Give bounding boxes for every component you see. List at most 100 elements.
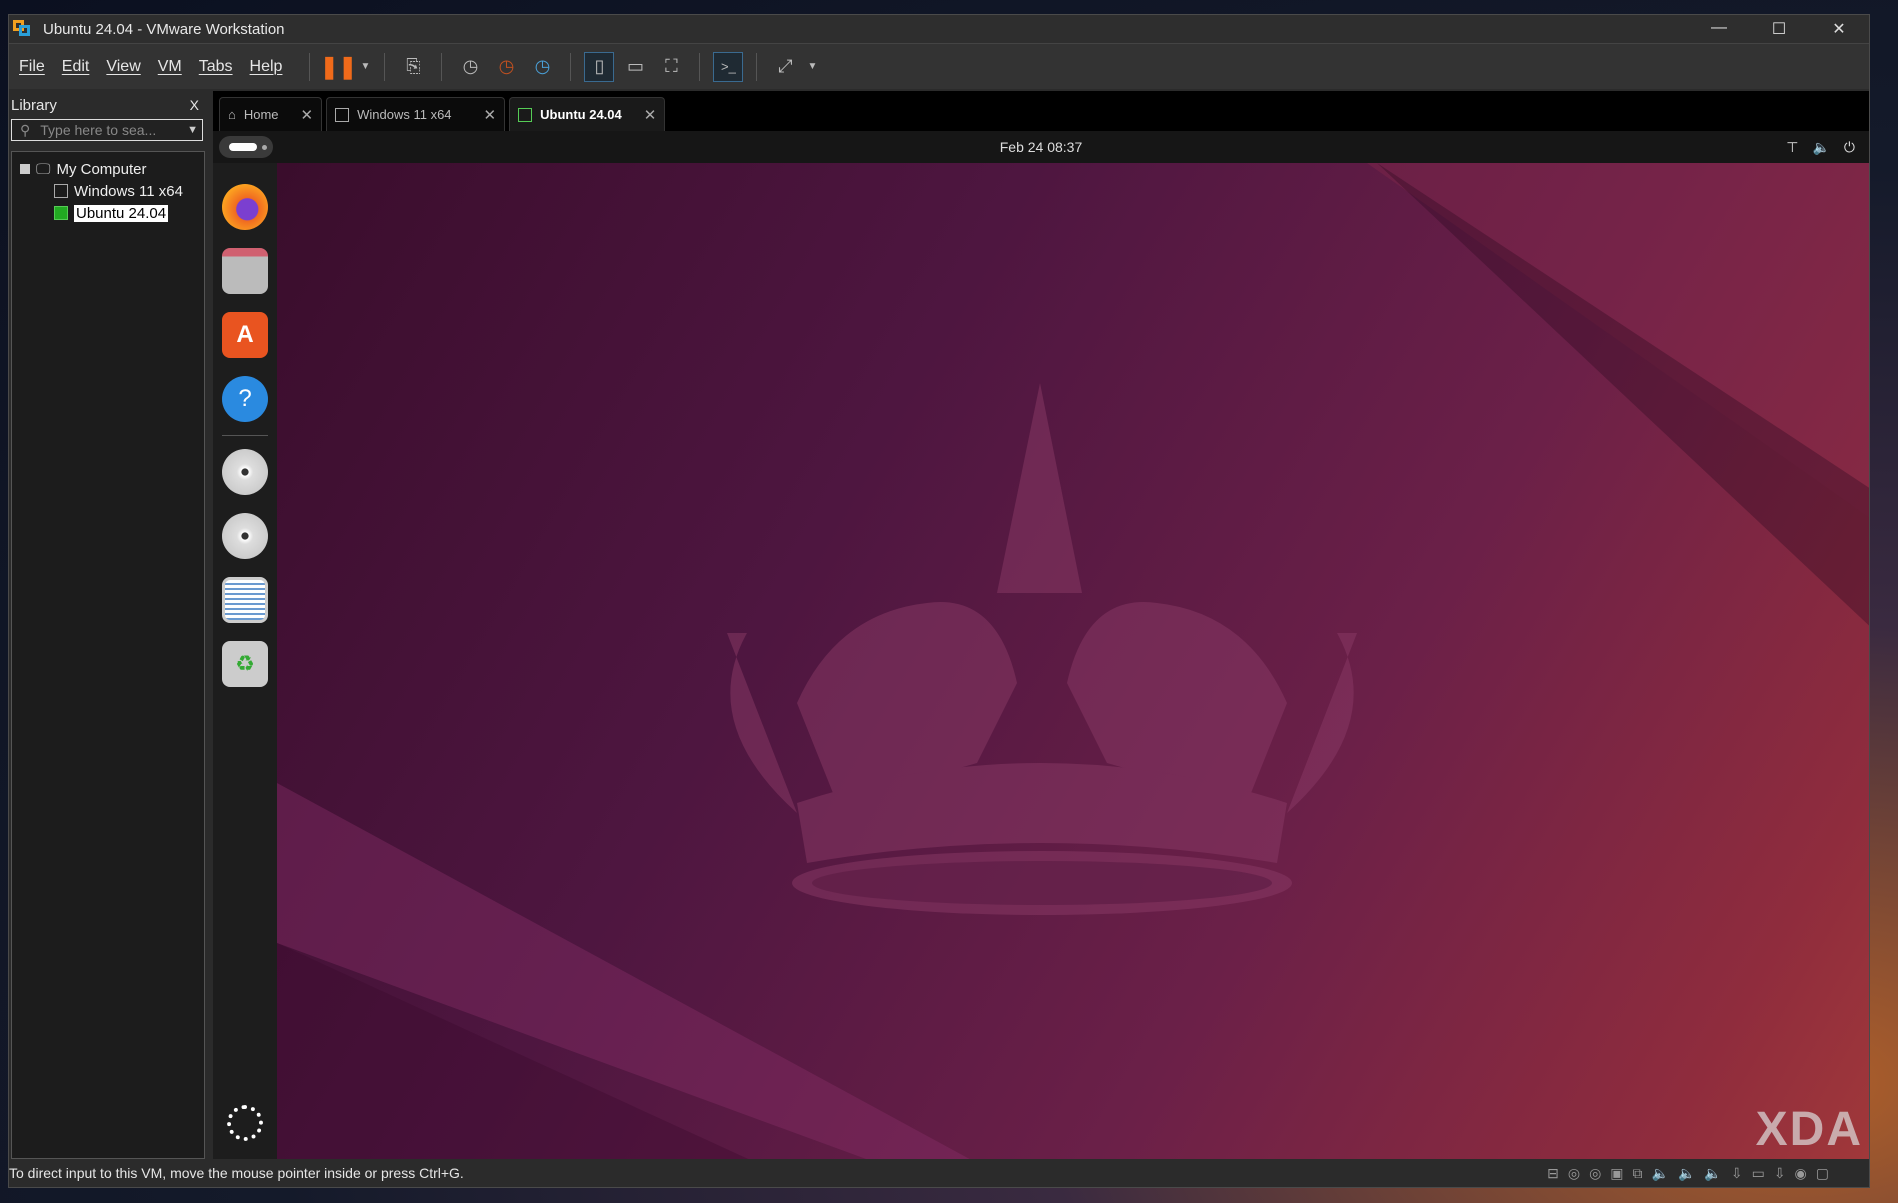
tab-label: Windows 11 x64 — [357, 107, 452, 122]
gnome-top-bar: Feb 24 08:37 ⊤ 🔈 ⏻ — [213, 131, 1869, 163]
cd-dvd-icon[interactable]: ◎ — [1568, 1165, 1580, 1182]
printer-icon[interactable]: ▭ — [1752, 1165, 1765, 1182]
cd-drive-icon[interactable] — [222, 449, 268, 495]
tab-label: Home — [243, 107, 279, 122]
revert-snapshot-icon[interactable]: ◷ — [491, 52, 521, 82]
volume-icon[interactable]: 🔈 — [1812, 139, 1829, 156]
crown-logo-icon — [727, 383, 1357, 915]
close-tab-icon[interactable]: ✕ — [644, 106, 657, 124]
send-ctrl-alt-del-icon[interactable]: ⎘ — [398, 52, 428, 82]
home-icon: ⌂ — [228, 107, 236, 122]
menu-tabs[interactable]: Tabs — [199, 58, 233, 76]
xda-watermark: XDA — [1755, 1103, 1863, 1156]
floppy-icon[interactable]: ▣ — [1610, 1165, 1623, 1182]
menu-vm[interactable]: VM — [158, 58, 182, 76]
vm-icon — [335, 107, 350, 122]
cd-dvd-icon[interactable]: ◎ — [1589, 1165, 1601, 1182]
close-tab-icon[interactable]: ✕ — [301, 106, 314, 124]
usb-icon[interactable]: ⇩ — [1774, 1165, 1786, 1182]
tree-item-ubuntu[interactable]: Ubuntu 24.04 — [20, 202, 204, 224]
close-tab-icon[interactable]: ✕ — [484, 106, 497, 124]
pause-icon[interactable]: ❚❚ — [320, 52, 357, 82]
menu-file[interactable]: File — [19, 58, 45, 76]
camera-icon[interactable]: ◉ — [1795, 1165, 1807, 1182]
tree-item-my-computer[interactable]: 🖵 My Computer — [20, 158, 204, 180]
tab-windows-11[interactable]: Windows 11 x64 ✕ — [326, 97, 506, 131]
sound-card-icon[interactable]: 🔈 — [1652, 1165, 1669, 1182]
close-button[interactable]: ✕ — [1809, 19, 1869, 39]
chevron-down-icon[interactable]: ▼ — [187, 124, 198, 136]
trash-icon[interactable]: ♻ — [222, 641, 268, 687]
tree-label: Windows 11 x64 — [74, 182, 183, 200]
console-view-icon[interactable]: >_ — [713, 51, 744, 82]
maximize-button[interactable]: ☐ — [1749, 19, 1809, 39]
message-log-icon[interactable]: ▢ — [1816, 1165, 1829, 1182]
divider — [222, 435, 268, 436]
divider — [756, 52, 758, 81]
clock[interactable]: Feb 24 08:37 — [1000, 139, 1083, 155]
audio-icon[interactable]: 🔈 — [1678, 1165, 1695, 1182]
show-library-icon[interactable]: ▯ — [584, 51, 615, 82]
snapshot-manager-icon[interactable]: ◷ — [527, 52, 557, 82]
show-apps-icon[interactable] — [227, 1105, 263, 1141]
status-message: To direct input to this VM, move the mou… — [9, 1165, 464, 1181]
audio-icon[interactable]: 🔈 — [1704, 1165, 1721, 1182]
collapse-icon[interactable] — [20, 164, 30, 174]
library-title: Library — [11, 97, 57, 114]
tab-ubuntu[interactable]: Ubuntu 24.04 ✕ — [509, 97, 666, 131]
network-adapter-icon[interactable]: ⧉ — [1633, 1165, 1643, 1182]
search-icon: ⚲ — [20, 121, 31, 138]
desktop-wallpaper[interactable]: XDA — [277, 163, 1869, 1159]
thumbnail-bar-icon[interactable]: ▭ — [620, 52, 650, 82]
tab-home[interactable]: ⌂ Home ✕ — [219, 97, 323, 131]
computer-icon: 🖵 — [36, 160, 51, 178]
title-bar: Ubuntu 24.04 - VMware Workstation — ☐ ✕ — [9, 15, 1869, 43]
full-screen-icon[interactable]: ⛶ — [656, 52, 686, 82]
window-title: Ubuntu 24.04 - VMware Workstation — [43, 20, 285, 38]
divider — [441, 52, 443, 81]
divider — [309, 52, 311, 81]
status-bar: To direct input to this VM, move the mou… — [9, 1159, 1869, 1187]
running-vm-icon — [518, 107, 533, 122]
chevron-down-icon[interactable]: ▼ — [806, 52, 818, 82]
snapshot-icon[interactable]: ◷ — [455, 52, 485, 82]
vm-icon — [54, 184, 68, 198]
app-center-icon[interactable]: A — [222, 312, 268, 358]
files-icon[interactable] — [222, 248, 268, 294]
library-panel: Library X ⚲ Type here to sea... ▼ 🖵 My Co… — [9, 91, 205, 1159]
ubuntu-dock: A ? ♻ — [213, 163, 277, 1159]
tab-bar: ⌂ Home ✕ Windows 11 x64 ✕ Ubuntu 24.04 ✕ — [213, 91, 1869, 131]
workspace-indicator[interactable] — [219, 136, 273, 158]
tree-label: Ubuntu 24.04 — [74, 204, 169, 222]
divider — [570, 52, 572, 81]
library-close-button[interactable]: X — [190, 97, 199, 115]
menu-edit[interactable]: Edit — [62, 58, 90, 76]
menu-bar: File Edit View VM Tabs Help ❚❚ ▼ ⎘ ◷ ◷ ◷… — [9, 43, 1869, 89]
minimize-button[interactable]: — — [1689, 19, 1749, 39]
menu-view[interactable]: View — [106, 58, 140, 76]
library-search-input[interactable]: ⚲ Type here to sea... ▼ — [11, 119, 203, 141]
cd-drive-icon[interactable] — [222, 513, 268, 559]
tree-item-windows[interactable]: Windows 11 x64 — [20, 180, 204, 202]
menu-help[interactable]: Help — [250, 58, 283, 76]
network-icon[interactable]: ⊤ — [1786, 139, 1798, 156]
library-tree: 🖵 My Computer Windows 11 x64 Ubuntu 24.0… — [11, 151, 205, 1159]
tab-label: Ubuntu 24.04 — [540, 107, 622, 122]
divider — [384, 52, 386, 81]
firefox-icon[interactable] — [222, 184, 268, 230]
hard-disk-icon[interactable]: ⊟ — [1547, 1165, 1559, 1182]
chevron-down-icon[interactable]: ▼ — [359, 52, 371, 82]
wallpaper-art — [277, 163, 1869, 1159]
vm-console[interactable]: Feb 24 08:37 ⊤ 🔈 ⏻ A ? ♻ XDA — [213, 131, 1869, 1159]
usb-icon[interactable]: ⇩ — [1731, 1165, 1743, 1182]
power-icon[interactable]: ⏻ — [1844, 139, 1855, 156]
stretch-icon[interactable]: ⤢ — [770, 52, 800, 82]
search-placeholder: Type here to sea... — [40, 122, 157, 138]
tree-label: My Computer — [56, 160, 147, 178]
vmware-window: Ubuntu 24.04 - VMware Workstation — ☐ ✕ … — [8, 14, 1870, 1188]
running-vm-icon — [54, 206, 68, 220]
help-icon[interactable]: ? — [222, 376, 268, 422]
text-editor-icon[interactable] — [222, 577, 268, 623]
divider — [699, 52, 701, 81]
vmware-logo-icon — [13, 20, 31, 38]
